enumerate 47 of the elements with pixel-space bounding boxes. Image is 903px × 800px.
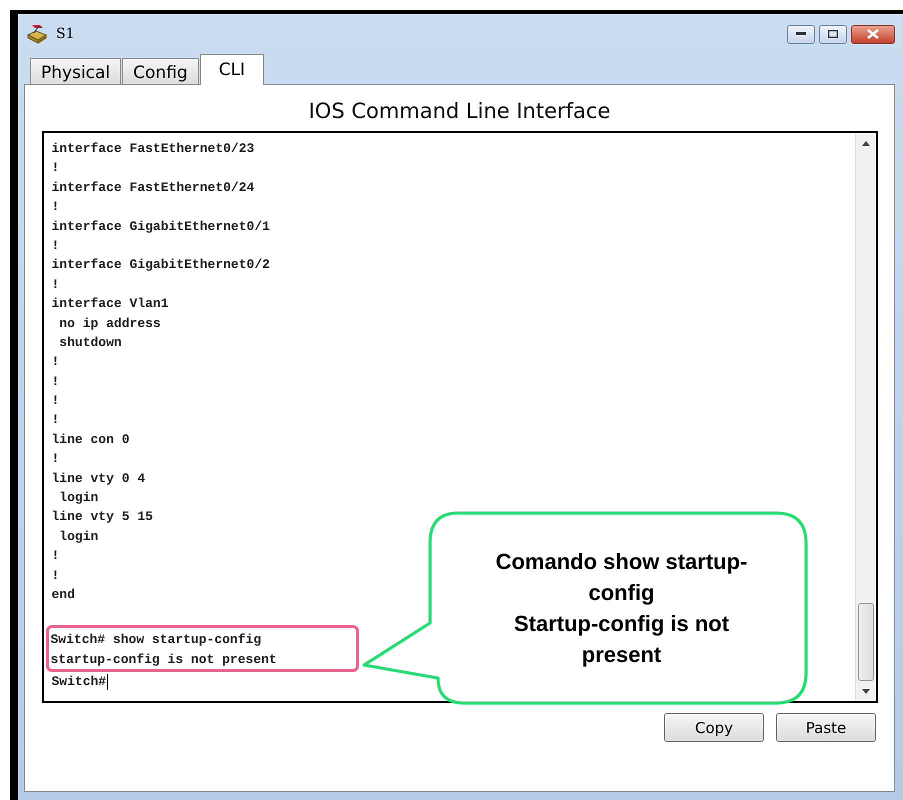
window-title: S1 [56,26,76,42]
tab[interactable]: Physical [30,58,122,84]
terminal-line: login [58,489,98,508]
terminal-line: interface GigabitEthernet0/1 [52,218,270,236]
terminal-line: ! [52,276,60,294]
terminal-line: line vty 0 4 [52,470,146,488]
terminal-line: ! [52,236,60,255]
terminal-line: line con 0 [52,430,130,449]
callout-text: Startup-config is not present [512,610,730,669]
maximize-icon [828,30,838,38]
terminal-line: interface FastEthernet0/23 [52,140,254,158]
terminal-line: ! [52,450,60,468]
terminal-prompt: Switch# [52,673,106,692]
panel-title: IOS Command Line Interface [308,99,610,123]
terminal-line: login [58,528,98,546]
terminal-line: ! [52,547,60,566]
terminal[interactable] [42,131,878,703]
terminal-line: interface FastEthernet0/24 [52,178,254,197]
terminal-line: interface GigabitEthernet0/2 [52,256,270,274]
terminal-line: interface Vlan1 [52,295,169,314]
terminal-line: end [52,586,75,604]
down-arrow-icon [862,688,870,694]
terminal-line: ! [52,159,60,178]
terminal-line: startup-config is not present [50,650,277,669]
action-button[interactable]: Copy [664,713,764,742]
terminal-line: line vty 5 15 [52,508,153,526]
minimize-icon [796,32,806,36]
terminal-line: Switch# show startup-config [50,631,262,650]
terminal-line: ! [52,353,60,372]
tab[interactable]: Config [122,58,199,84]
action-button[interactable]: Paste [776,713,876,742]
terminal-line: ! [52,411,60,430]
scrollbar-thumb[interactable] [858,603,874,681]
terminal-line: ! [52,392,60,410]
terminal-line: shutdown [58,334,122,352]
up-arrow-icon [862,140,870,146]
minimize-button[interactable] [787,24,815,44]
terminal-line: ! [52,566,60,585]
terminal-line: ! [52,198,60,216]
close-icon [867,29,879,39]
tab[interactable]: CLI [200,54,264,85]
terminal-line: no ip address [58,314,161,333]
close-button[interactable] [851,24,895,44]
callout-text: Comando show startup-config [494,548,748,607]
text-cursor [107,674,108,690]
terminal-line: ! [52,372,60,391]
maximize-button[interactable] [819,24,847,44]
